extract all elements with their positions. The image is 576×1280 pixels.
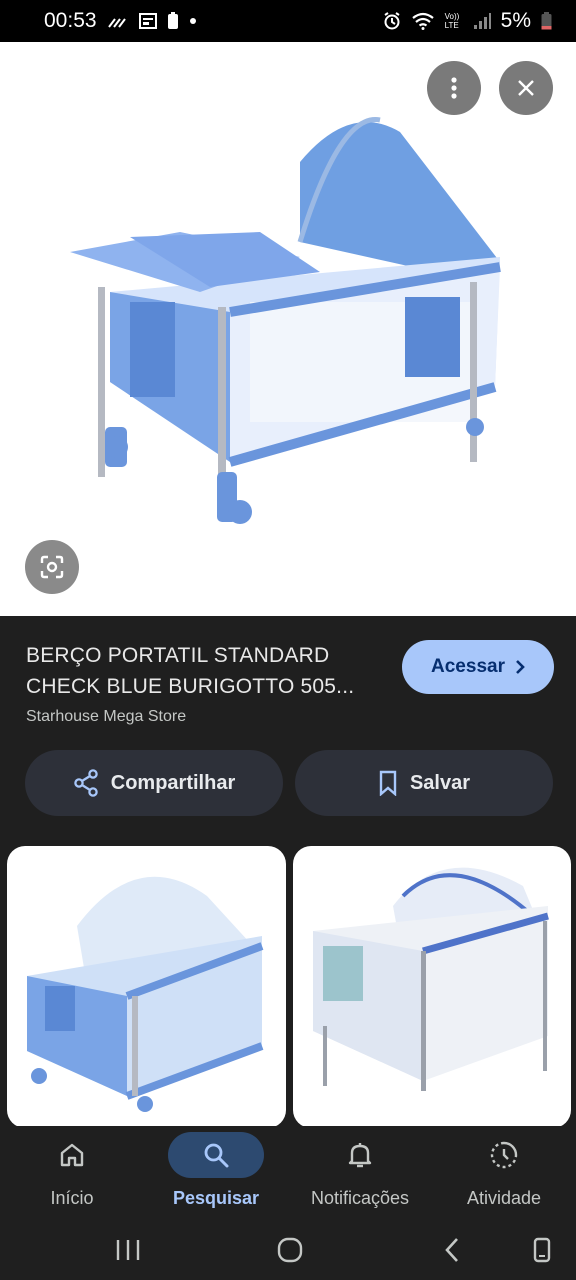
share-button[interactable]: Compartilhar xyxy=(25,750,283,816)
nav-label-atividade: Atividade xyxy=(466,1188,542,1208)
status-time: 00:53 xyxy=(44,9,97,32)
wifi-calling-icon xyxy=(107,18,126,28)
lens-button[interactable] xyxy=(25,540,79,594)
nav-label-pesquisar: Pesquisar xyxy=(172,1188,260,1208)
nav-icon-container xyxy=(312,1132,408,1178)
search-icon xyxy=(204,1143,229,1168)
save-button-label: Salvar xyxy=(409,771,471,794)
home-icon xyxy=(60,1143,84,1167)
more-vert-icon xyxy=(451,77,457,99)
visit-button[interactable]: Acessar xyxy=(402,640,554,694)
nav-item-pesquisar[interactable]: Pesquisar xyxy=(144,1126,288,1220)
nav-icon-container xyxy=(456,1132,552,1178)
battery-saver-icon xyxy=(167,12,178,29)
related-image-1[interactable] xyxy=(7,846,286,1128)
nav-item-notificacoes[interactable]: Notificações xyxy=(288,1126,432,1220)
nav-item-atividade[interactable]: Atividade xyxy=(432,1126,576,1220)
signal-icon xyxy=(473,13,491,29)
nav-icon-container xyxy=(168,1132,264,1178)
related-image-2[interactable] xyxy=(293,846,571,1128)
alarm-icon xyxy=(384,12,400,30)
more-options-button[interactable] xyxy=(427,61,481,115)
nav-item-inicio[interactable]: Início xyxy=(0,1126,144,1220)
source-name[interactable]: Starhouse Mega Store xyxy=(26,708,186,726)
system-navigation-bar xyxy=(0,1220,576,1280)
crib-illustration xyxy=(70,117,501,524)
lens-icon xyxy=(40,555,64,579)
nav-icon-container xyxy=(24,1132,120,1178)
share-button-label: Compartilhar xyxy=(110,771,236,794)
chevron-right-icon xyxy=(516,660,525,674)
battery-percent: 5% xyxy=(500,9,531,32)
share-icon xyxy=(74,769,98,797)
nav-label-notificacoes: Notificações xyxy=(310,1188,410,1208)
recent-apps-icon xyxy=(116,1240,140,1260)
dot-icon xyxy=(189,18,196,24)
home-circle-icon xyxy=(277,1237,303,1263)
bottom-navigation: Início Pesquisar Notificações Atividade xyxy=(0,1126,576,1220)
product-image[interactable] xyxy=(0,42,576,616)
recent-apps-button[interactable] xyxy=(108,1232,148,1268)
back-button[interactable] xyxy=(432,1232,472,1268)
volte-icon: Vo)) LTE xyxy=(444,12,460,30)
related-crib-image xyxy=(313,867,549,1091)
status-bar: 00:53 Vo)) LTE 5% xyxy=(0,0,576,42)
activity-icon xyxy=(490,1141,518,1169)
news-icon xyxy=(138,13,157,29)
keyboard-switch-button[interactable] xyxy=(522,1232,562,1268)
bookmark-icon xyxy=(379,770,397,796)
wifi-icon xyxy=(411,12,434,30)
phone-icon xyxy=(533,1237,551,1263)
battery-icon xyxy=(541,12,552,30)
save-button[interactable]: Salvar xyxy=(295,750,553,816)
related-crib-image xyxy=(27,876,264,1112)
nav-label-inicio: Início xyxy=(50,1188,94,1208)
product-title[interactable]: BERÇO PORTATIL STANDARD CHECK BLUE BURIG… xyxy=(26,640,386,702)
result-info-panel: BERÇO PORTATIL STANDARD CHECK BLUE BURIG… xyxy=(0,616,576,1128)
home-button[interactable] xyxy=(270,1232,310,1268)
bell-icon xyxy=(348,1143,372,1168)
close-icon xyxy=(518,80,534,96)
visit-button-label: Acessar xyxy=(431,656,505,677)
back-icon xyxy=(445,1238,458,1262)
close-button[interactable] xyxy=(499,61,553,115)
